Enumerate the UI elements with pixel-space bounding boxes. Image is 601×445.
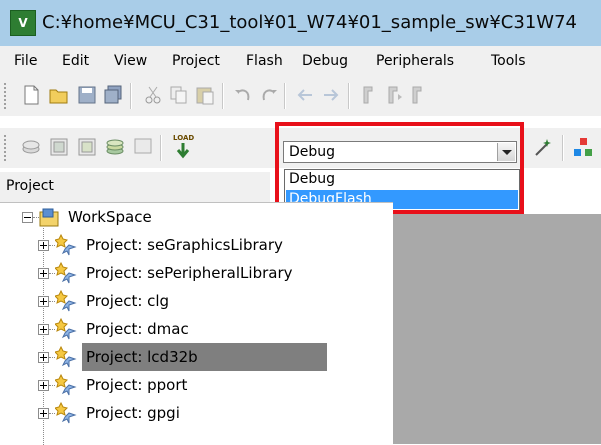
open-folder-icon[interactable] [48, 84, 70, 106]
menu-bar: File Edit View Project Flash Debug Perip… [0, 46, 601, 76]
project-icon [55, 289, 77, 312]
tree-item-label: Project: lcd32b [86, 348, 198, 366]
project-icon [55, 345, 77, 368]
nav-back-icon[interactable] [294, 84, 316, 106]
project-tree: WorkSpace Project: seGraphicsLibrary Pro… [0, 202, 393, 445]
copy-icon[interactable] [168, 84, 190, 106]
toolbar-grip[interactable] [3, 82, 7, 110]
tree-item-5[interactable]: Project: pport [0, 371, 393, 399]
expand-toggle[interactable] [38, 296, 49, 307]
tree-item-2[interactable]: Project: clg [0, 287, 393, 315]
compile-icon[interactable] [20, 136, 42, 158]
project-icon [55, 373, 77, 396]
collapse-toggle[interactable] [22, 212, 33, 223]
panel-title: Project [6, 178, 54, 194]
title-bar: V C:¥home¥MCU_C31_tool¥01_W74¥01_sample_… [0, 0, 601, 46]
load-label: LOAD [173, 134, 195, 142]
menu-view[interactable]: View [114, 46, 147, 76]
undo-icon[interactable] [232, 84, 254, 106]
expand-toggle[interactable] [38, 380, 49, 391]
bookmark-icon[interactable] [358, 84, 380, 106]
project-panel-header: Project [0, 172, 270, 202]
tree-item-0[interactable]: Project: seGraphicsLibrary [0, 231, 393, 259]
build-icon[interactable] [48, 136, 70, 158]
menu-peripherals[interactable]: Peripherals [376, 46, 454, 76]
nav-forward-icon[interactable] [320, 84, 342, 106]
menu-file[interactable]: File [14, 46, 37, 76]
expand-toggle[interactable] [38, 352, 49, 363]
toolbar-separator [284, 83, 286, 109]
tree-item-3[interactable]: Project: dmac [0, 315, 393, 343]
project-icon [55, 261, 77, 284]
tree-item-label: Project: gpgi [86, 404, 180, 422]
menu-project[interactable]: Project [172, 46, 220, 76]
standard-toolbar [0, 76, 601, 116]
toolbar-separator [130, 83, 132, 109]
tree-item-label: Project: seGraphicsLibrary [86, 236, 283, 254]
redo-icon[interactable] [258, 84, 280, 106]
clean-icon[interactable] [132, 136, 154, 158]
expand-toggle[interactable] [38, 324, 49, 335]
menu-debug[interactable]: Debug [302, 46, 348, 76]
editor-area [393, 214, 601, 444]
app-icon: V [10, 10, 36, 36]
paste-icon[interactable] [194, 84, 216, 106]
tree-item-4[interactable]: Project: lcd32b [0, 343, 393, 371]
bookmark-next-icon[interactable] [384, 84, 406, 106]
cut-icon[interactable] [142, 84, 164, 106]
batch-build-icon[interactable] [104, 136, 126, 158]
tree-item-label: Project: pport [86, 376, 188, 394]
tree-item-1[interactable]: Project: sePeripheralLibrary [0, 259, 393, 287]
save-all-icon[interactable] [102, 84, 124, 106]
tree-root-workspace[interactable]: WorkSpace [68, 203, 152, 231]
menu-edit[interactable]: Edit [62, 46, 89, 76]
tree-item-label: Project: clg [86, 292, 170, 310]
project-icon [55, 233, 77, 256]
workspace-icon [39, 208, 59, 227]
project-icon [55, 401, 77, 424]
toolbar-grip[interactable] [3, 134, 7, 162]
new-file-icon[interactable] [20, 84, 42, 106]
toolbar-separator [222, 83, 224, 109]
window-title: C:¥home¥MCU_C31_tool¥01_W74¥01_sample_sw… [42, 12, 577, 33]
menu-tools[interactable]: Tools [491, 46, 526, 76]
expand-toggle[interactable] [38, 240, 49, 251]
expand-toggle[interactable] [38, 268, 49, 279]
tree-item-6[interactable]: Project: gpgi [0, 399, 393, 427]
tree-item-label: Project: dmac [86, 320, 189, 338]
save-icon[interactable] [76, 84, 98, 106]
hierarchy-icon[interactable] [572, 136, 594, 158]
bookmark-prev-icon[interactable] [408, 84, 430, 106]
highlight-box [275, 122, 524, 214]
wizard-icon[interactable] [533, 136, 555, 158]
menu-flash[interactable]: Flash [246, 46, 283, 76]
expand-toggle[interactable] [38, 408, 49, 419]
project-icon [55, 317, 77, 340]
toolbar-separator [562, 135, 564, 161]
tree-item-label: Project: sePeripheralLibrary [86, 264, 293, 282]
rebuild-icon[interactable] [76, 136, 98, 158]
toolbar-separator [348, 83, 350, 109]
load-icon[interactable]: LOAD [170, 134, 196, 160]
toolbar-separator [160, 135, 162, 161]
